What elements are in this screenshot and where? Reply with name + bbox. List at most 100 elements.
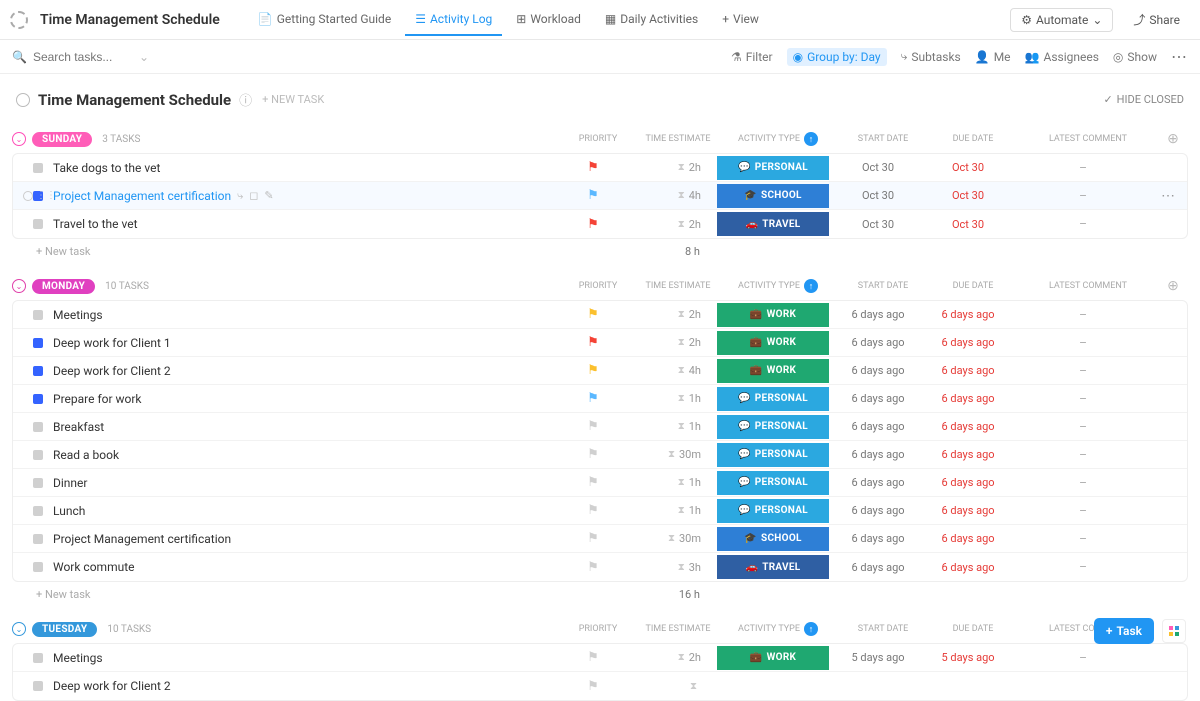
due-date[interactable]: 6 days ago: [923, 336, 1013, 349]
due-date[interactable]: Oct 30: [923, 218, 1013, 231]
share-button[interactable]: ⤴ Share: [1123, 7, 1190, 32]
start-date[interactable]: 6 days ago: [833, 392, 923, 405]
latest-comment[interactable]: –: [1013, 392, 1153, 406]
filter-button[interactable]: ⚗Filter: [731, 50, 773, 64]
task-name[interactable]: Deep work for Client 2: [49, 364, 553, 378]
group-collapse-icon[interactable]: ⌄: [12, 622, 26, 636]
activity-type-cell[interactable]: 💬PERSONAL: [713, 415, 833, 439]
col-time-estimate[interactable]: TIME ESTIMATE: [638, 281, 718, 291]
priority-flag[interactable]: ⚑: [553, 188, 633, 203]
time-estimate[interactable]: ⧗1h: [633, 504, 713, 517]
subtask-icon[interactable]: ⤷: [237, 189, 243, 203]
start-date[interactable]: 6 days ago: [833, 532, 923, 545]
priority-flag[interactable]: ⚑: [553, 475, 633, 490]
task-status[interactable]: [13, 394, 49, 404]
start-date[interactable]: 6 days ago: [833, 336, 923, 349]
tab-add-view[interactable]: + View: [712, 4, 769, 36]
activity-type-cell[interactable]: 🎓SCHOOL: [713, 184, 833, 208]
task-status[interactable]: [13, 338, 49, 348]
chevron-down-icon[interactable]: ⌄: [139, 50, 149, 64]
task-status[interactable]: [13, 506, 49, 516]
due-date[interactable]: 6 days ago: [923, 448, 1013, 461]
task-status[interactable]: [13, 422, 49, 432]
add-column-button[interactable]: ⊕: [1158, 131, 1188, 147]
task-status[interactable]: [13, 681, 49, 691]
start-date[interactable]: 6 days ago: [833, 504, 923, 517]
col-activity-type[interactable]: ACTIVITY TYPE↑: [718, 279, 838, 293]
activity-type-cell[interactable]: 🚗TRAVEL: [713, 555, 833, 579]
priority-flag[interactable]: ⚑: [553, 160, 633, 175]
group-badge[interactable]: MONDAY: [32, 279, 95, 294]
task-status[interactable]: [13, 450, 49, 460]
new-task-fab[interactable]: + Task: [1094, 618, 1154, 644]
due-date[interactable]: 6 days ago: [923, 364, 1013, 377]
col-time-estimate[interactable]: TIME ESTIMATE: [638, 624, 718, 634]
latest-comment[interactable]: –: [1013, 448, 1153, 462]
new-task-top-button[interactable]: + NEW TASK: [262, 93, 324, 106]
due-date[interactable]: Oct 30: [923, 189, 1013, 202]
automate-button[interactable]: ⚙ Automate ⌄: [1010, 8, 1113, 32]
col-latest-comment[interactable]: LATEST COMMENT: [1018, 134, 1158, 144]
task-row[interactable]: Take dogs to the vet ⚑ ⧗2h 💬PERSONAL Oct…: [13, 154, 1187, 182]
start-date[interactable]: 6 days ago: [833, 448, 923, 461]
task-status[interactable]: [13, 310, 49, 320]
priority-flag[interactable]: ⚑: [553, 363, 633, 378]
task-row[interactable]: Breakfast ⚑ ⧗1h 💬PERSONAL 6 days ago 6 d…: [13, 413, 1187, 441]
due-date[interactable]: 6 days ago: [923, 561, 1013, 574]
time-estimate[interactable]: ⧗: [633, 681, 713, 692]
priority-flag[interactable]: ⚑: [553, 335, 633, 350]
task-status[interactable]: [13, 163, 49, 173]
new-task-button[interactable]: + New task: [12, 588, 552, 601]
priority-flag[interactable]: ⚑: [553, 560, 633, 575]
info-icon[interactable]: ⓘ: [239, 90, 252, 109]
task-name[interactable]: Lunch: [49, 504, 553, 518]
time-estimate[interactable]: ⧗1h: [633, 420, 713, 433]
col-due-date[interactable]: DUE DATE: [928, 281, 1018, 291]
group-badge[interactable]: SUNDAY: [32, 132, 92, 147]
priority-flag[interactable]: ⚑: [553, 503, 633, 518]
activity-type-cell[interactable]: 💬PERSONAL: [713, 471, 833, 495]
task-name[interactable]: Travel to the vet: [49, 217, 553, 231]
time-estimate[interactable]: ⧗2h: [633, 218, 713, 231]
search-box[interactable]: 🔍 ⌄: [12, 50, 162, 64]
task-name[interactable]: Deep work for Client 2: [49, 679, 553, 693]
tag-icon[interactable]: ◻: [249, 189, 258, 203]
latest-comment[interactable]: –: [1013, 560, 1153, 574]
task-row[interactable]: Lunch ⚑ ⧗1h 💬PERSONAL 6 days ago 6 days …: [13, 497, 1187, 525]
task-name[interactable]: Work commute: [49, 560, 553, 574]
activity-type-cell[interactable]: 💬PERSONAL: [713, 156, 833, 180]
col-start-date[interactable]: START DATE: [838, 281, 928, 291]
latest-comment[interactable]: –: [1013, 504, 1153, 518]
due-date[interactable]: 6 days ago: [923, 476, 1013, 489]
task-row[interactable]: Project Management certification ⚑ ⧗30m …: [13, 525, 1187, 553]
assignees-button[interactable]: 👥Assignees: [1025, 50, 1099, 64]
latest-comment[interactable]: –: [1013, 476, 1153, 490]
time-estimate[interactable]: ⧗1h: [633, 476, 713, 489]
me-button[interactable]: 👤Me: [975, 50, 1011, 64]
task-name[interactable]: Take dogs to the vet: [49, 161, 553, 175]
more-button[interactable]: ⋯: [1171, 47, 1188, 66]
task-status[interactable]: [13, 534, 49, 544]
start-date[interactable]: Oct 30: [833, 189, 923, 202]
search-input[interactable]: [33, 50, 133, 64]
start-date[interactable]: 6 days ago: [833, 420, 923, 433]
task-name[interactable]: Dinner: [49, 476, 553, 490]
task-name[interactable]: Deep work for Client 1: [49, 336, 553, 350]
due-date[interactable]: 6 days ago: [923, 504, 1013, 517]
group-collapse-icon[interactable]: ⌄: [12, 279, 26, 293]
task-status[interactable]: [13, 219, 49, 229]
task-status[interactable]: [13, 562, 49, 572]
due-date[interactable]: 6 days ago: [923, 308, 1013, 321]
time-estimate[interactable]: ⧗30m: [633, 448, 713, 461]
activity-type-cell[interactable]: 💼WORK: [713, 331, 833, 355]
task-name[interactable]: Meetings: [49, 308, 553, 322]
task-row[interactable]: Deep work for Client 2 ⚑ ⧗: [13, 672, 1187, 700]
start-date[interactable]: 6 days ago: [833, 308, 923, 321]
col-activity-type[interactable]: ACTIVITY TYPE↑: [718, 622, 838, 636]
col-due-date[interactable]: DUE DATE: [928, 624, 1018, 634]
latest-comment[interactable]: –: [1013, 532, 1153, 546]
task-row[interactable]: ⋮⋮ Project Management certification⤷◻✎ ⚑…: [13, 182, 1187, 210]
task-name[interactable]: Prepare for work: [49, 392, 553, 406]
task-row[interactable]: Work commute ⚑ ⧗3h 🚗TRAVEL 6 days ago 6 …: [13, 553, 1187, 581]
show-button[interactable]: ◎Show: [1113, 50, 1157, 64]
